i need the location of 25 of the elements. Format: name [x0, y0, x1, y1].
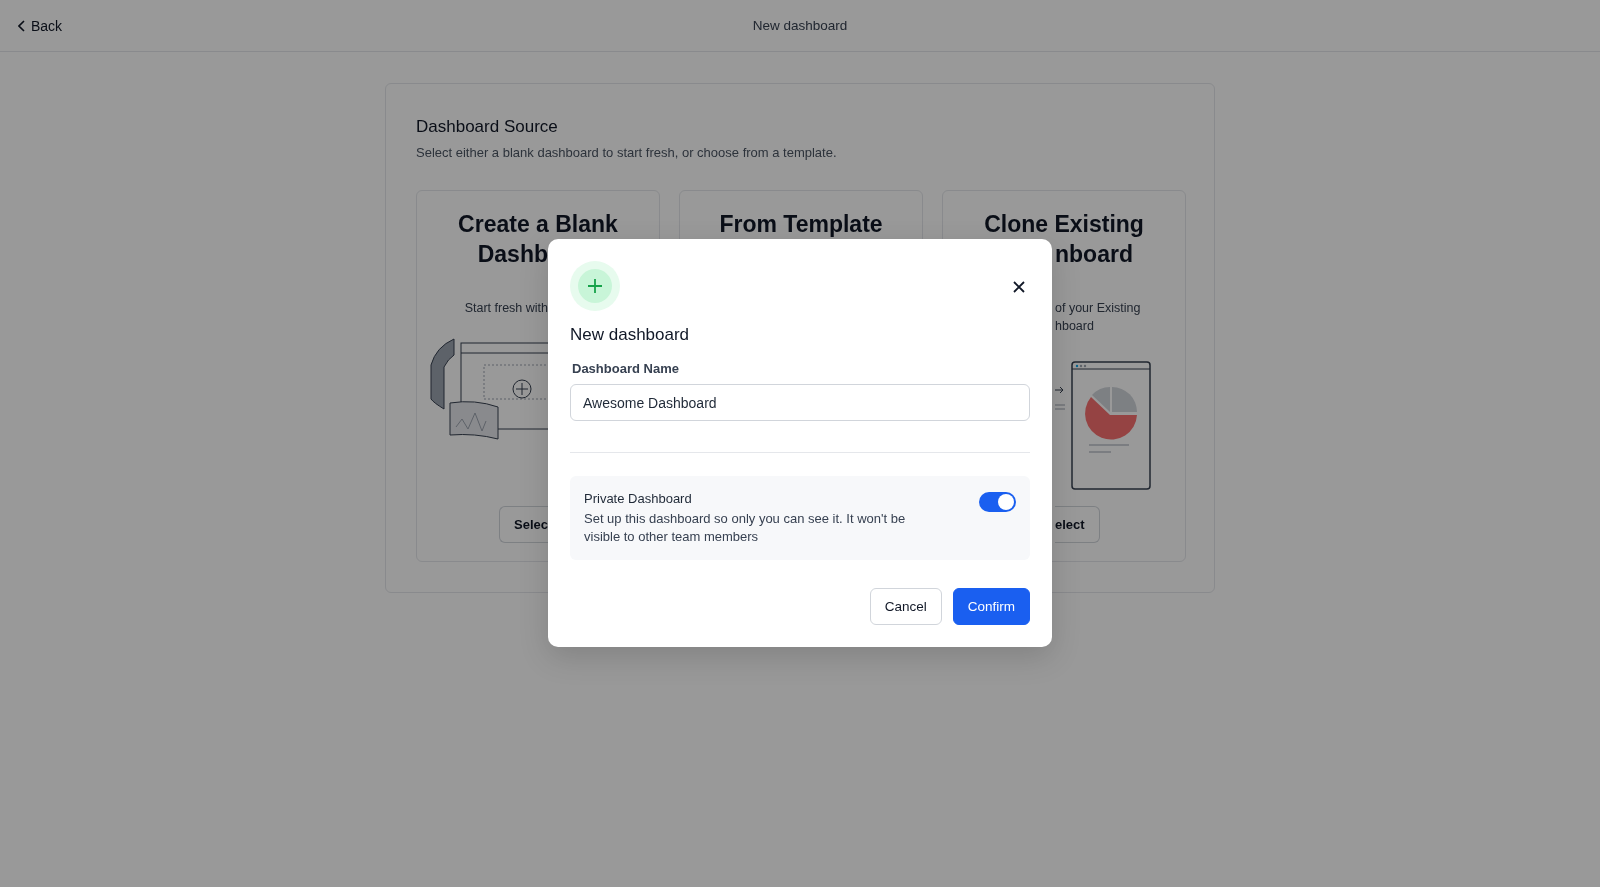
setting-label: Private Dashboard [584, 491, 693, 506]
cancel-button[interactable]: Cancel [869, 588, 942, 625]
private-toggle[interactable] [979, 492, 1016, 512]
close-icon[interactable] [1012, 280, 1026, 294]
field-label: Dashboard Name [572, 361, 680, 376]
card-description: of your Existing [1054, 300, 1142, 317]
card-title: Create a Blank [457, 210, 619, 239]
back-button[interactable]: Back [18, 17, 63, 34]
card-description: Start fresh with [463, 300, 549, 317]
select-button[interactable]: elect [1055, 506, 1100, 543]
card-title: nboard [1054, 240, 1134, 269]
dashboard-name-field[interactable]: Awesome Dashboard [570, 384, 1030, 421]
dialog-title: New dashboard [570, 325, 691, 345]
card-title: From Template [718, 210, 884, 239]
confirm-button[interactable]: Confirm [952, 588, 1030, 625]
select-button[interactable]: Selec [499, 506, 548, 543]
card-title: Clone Existing [983, 210, 1145, 239]
chevron-left-icon [18, 19, 25, 32]
card-title: Dashb [476, 240, 549, 269]
setting-description: Set up this dashboard so only you can see it. It won't be visible to other team members [584, 510, 907, 546]
page-title: New dashboard [752, 18, 848, 33]
plus-icon [570, 261, 620, 311]
card-description: hboard [1054, 318, 1095, 335]
section-title: Dashboard Source [416, 117, 559, 137]
section-subtitle: Select either a blank dashboard to start fresh, or choose from a template. [416, 145, 838, 160]
